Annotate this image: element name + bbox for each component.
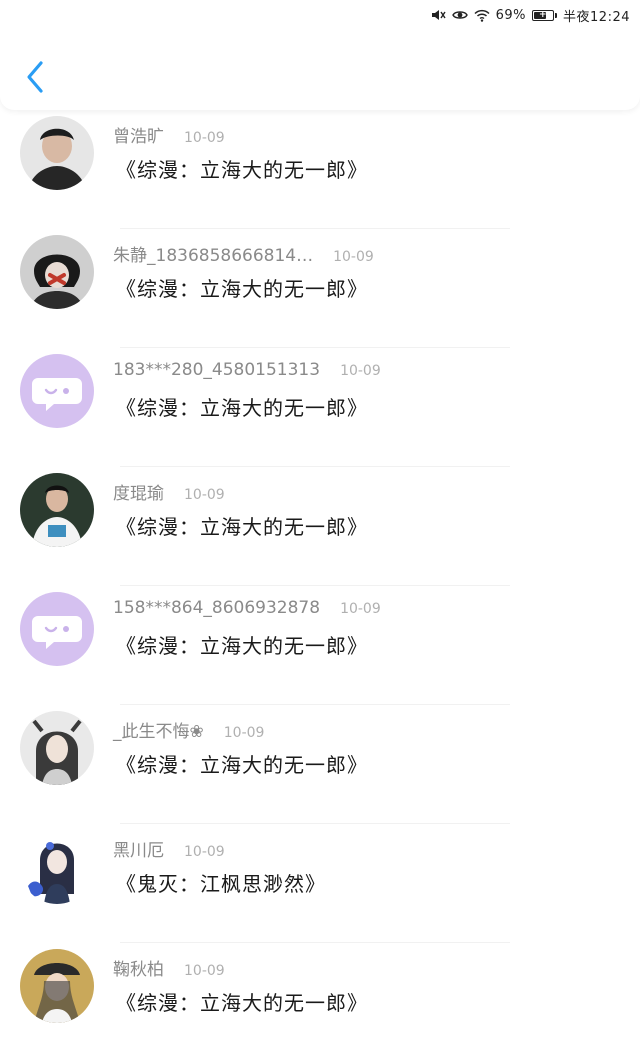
read-date: 10-09 [184, 130, 225, 146]
list-item[interactable]: 158***864_8606932878 10-09 《综漫：立海大的无一郎》 [0, 586, 640, 705]
reader-name: 183***280_4580151313 [113, 360, 321, 380]
status-bar: 69% + 半夜12:24 [430, 6, 630, 25]
list-item[interactable]: 度琨瑜 10-09 《综漫：立海大的无一郎》 [0, 467, 640, 586]
top-bar: 69% + 半夜12:24 [0, 0, 640, 110]
list-item[interactable]: 黑川厄 10-09 《鬼灭：江枫思渺然》 [0, 824, 640, 943]
list-item[interactable]: 183***280_4580151313 10-09 《综漫：立海大的无一郎》 [0, 348, 640, 467]
avatar[interactable] [20, 116, 94, 190]
book-title: 《综漫：立海大的无一郎》 [116, 991, 368, 1015]
list-item[interactable]: 曾浩旷 10-09 《综漫：立海大的无一郎》 [0, 110, 640, 229]
read-date: 10-09 [184, 963, 225, 979]
reader-name: 黑川厄 [113, 841, 164, 861]
book-title: 《综漫：立海大的无一郎》 [116, 515, 368, 539]
reader-name: 158***864_8606932878 [113, 598, 321, 618]
read-date: 10-09 [340, 363, 381, 379]
eye-comfort-icon [451, 9, 468, 21]
book-title: 《综漫：立海大的无一郎》 [116, 158, 368, 182]
default-chat-icon[interactable] [20, 592, 94, 666]
book-title: 《综漫：立海大的无一郎》 [116, 634, 368, 658]
read-date: 10-09 [184, 844, 225, 860]
book-title: 《综漫：立海大的无一郎》 [116, 396, 368, 420]
reader-name: _此生不悔❀ [113, 722, 204, 742]
read-date: 10-09 [184, 487, 225, 503]
avatar[interactable] [20, 235, 94, 309]
avatar[interactable] [20, 830, 94, 904]
reader-list: 曾浩旷 10-09 《综漫：立海大的无一郎》 朱静_1836858666814…… [0, 110, 640, 1062]
reader-name: 鞠秋柏 [113, 960, 164, 980]
battery-percent: 69% [495, 7, 527, 23]
list-item[interactable]: 鞠秋柏 10-09 《综漫：立海大的无一郎》 [0, 943, 640, 1062]
book-title: 《鬼灭：江枫思渺然》 [116, 872, 326, 896]
list-item[interactable]: 朱静_1836858666814… 10-09 《综漫：立海大的无一郎》 [0, 229, 640, 348]
read-date: 10-09 [223, 725, 265, 741]
clock: 半夜12:24 [563, 9, 630, 25]
wifi-icon [474, 9, 490, 22]
avatar[interactable] [20, 949, 94, 1023]
book-title: 《综漫：立海大的无一郎》 [116, 277, 368, 301]
reader-name: 朱静_1836858666814… [113, 246, 314, 266]
chevron-left-icon [27, 61, 43, 93]
reader-name: 度琨瑜 [113, 484, 164, 504]
back-button[interactable] [20, 58, 50, 96]
mute-icon [430, 8, 446, 22]
book-title: 《综漫：立海大的无一郎》 [116, 753, 368, 777]
read-date: 10-09 [333, 249, 374, 265]
default-chat-icon[interactable] [20, 354, 94, 428]
battery-icon: + [532, 9, 558, 21]
list-item[interactable]: _此生不悔❀ 10-09 《综漫：立海大的无一郎》 [0, 705, 640, 824]
reader-name: 曾浩旷 [113, 127, 164, 147]
avatar[interactable] [20, 473, 94, 547]
read-date: 10-09 [340, 601, 381, 617]
avatar[interactable] [20, 711, 94, 785]
